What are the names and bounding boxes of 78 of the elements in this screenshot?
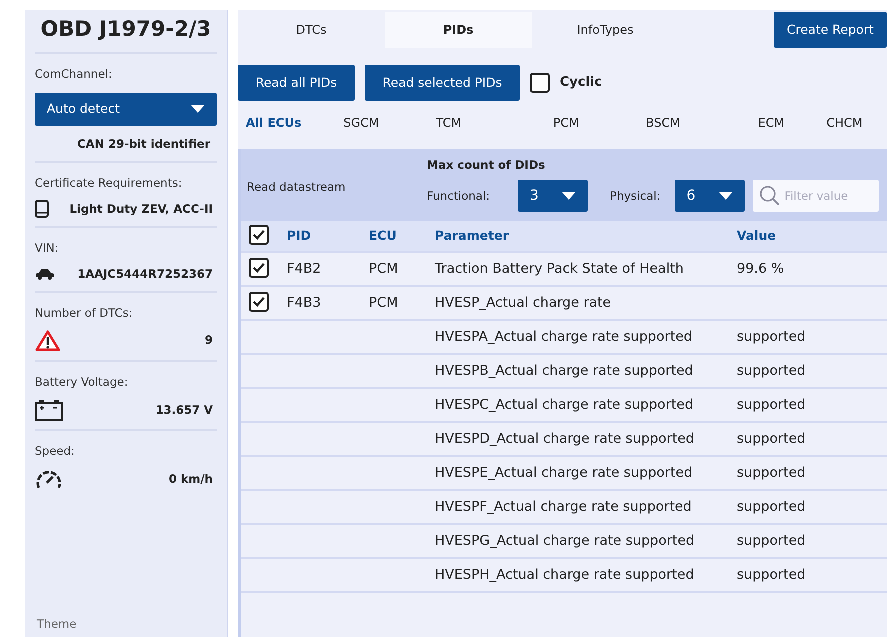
table-cell: HVESP_Actual charge rate: [435, 294, 612, 311]
column-header: Value: [737, 228, 776, 243]
field-value: 13.657 V: [156, 402, 214, 419]
table-cell: HVESPH_Actual charge rate supported: [435, 566, 694, 583]
field-label: VIN:: [35, 240, 60, 258]
section-title: Max count of DIDs: [427, 157, 546, 174]
ecu-tab[interactable]: All ECUs: [246, 114, 302, 132]
field-label: Speed:: [35, 443, 76, 460]
car-icon: [35, 268, 55, 280]
speedometer-icon: [35, 468, 63, 490]
field-label: Battery Voltage:: [35, 374, 130, 391]
field-label: Certificate Requirements:: [35, 175, 184, 192]
filter-field[interactable]: Filter value: [752, 180, 879, 212]
tab[interactable]: DTCs: [238, 12, 385, 48]
field-value: Light Duty ZEV, ACC-II: [70, 200, 214, 218]
table-cell: PCM: [369, 260, 398, 277]
table-cell: 99.6 %: [737, 260, 784, 277]
row-checkbox[interactable]: [249, 258, 269, 278]
column-header: PID: [287, 228, 312, 243]
table-cell: Traction Battery Pack State of Health: [435, 260, 684, 277]
channel-dropdown[interactable]: Auto detect: [35, 92, 217, 126]
row-checkbox[interactable]: [249, 292, 269, 312]
ecu-tab[interactable]: PCM: [553, 114, 580, 132]
table-cell: HVESPA_Actual charge rate supported: [435, 328, 692, 345]
table-cell: HVESPD_Actual charge rate supported: [435, 430, 695, 447]
table-cell: supported: [737, 532, 806, 549]
table-cell: F4B3: [287, 294, 322, 311]
field-label: ComChannel:: [35, 66, 114, 82]
select-all-checkbox[interactable]: [249, 225, 269, 246]
table-cell: HVESPB_Actual charge rate supported: [435, 362, 694, 379]
column-header: ECU: [369, 228, 397, 243]
create-report-button[interactable]: Create Report: [774, 12, 887, 48]
ecu-tab[interactable]: ECM: [758, 114, 785, 132]
ecu-tab[interactable]: BSCM: [646, 114, 680, 132]
read-button[interactable]: Read all PIDs: [238, 65, 355, 101]
table-cell: supported: [737, 566, 806, 583]
table-cell: HVESPE_Actual charge rate supported: [435, 464, 693, 481]
table-cell: supported: [737, 362, 806, 379]
column-header: Parameter: [435, 228, 509, 243]
table-cell: supported: [737, 328, 806, 345]
ecu-tab[interactable]: TCM: [436, 114, 462, 132]
field-label: Physical:: [610, 188, 661, 205]
table-cell: HVESPG_Actual charge rate supported: [435, 532, 695, 549]
section-label: Read datastream: [247, 179, 347, 196]
field-value: 1AAJC5444R7252367: [78, 266, 214, 282]
table-cell: supported: [737, 396, 806, 413]
checkbox-label: Cyclic: [560, 74, 602, 92]
checkmark-icon: [252, 229, 266, 242]
ecu-tab[interactable]: SGCM: [344, 114, 380, 132]
checkmark-icon: [252, 262, 266, 274]
caret-icon: [718, 192, 733, 200]
ecu-tab[interactable]: CHCM: [826, 114, 863, 132]
table-cell: PCM: [369, 294, 398, 311]
table-cell: HVESPF_Actual charge rate supported: [435, 498, 692, 515]
table-cell: F4B2: [287, 260, 322, 277]
theme-label: Theme: [36, 616, 78, 633]
field-label: Functional:: [427, 188, 490, 205]
caret-icon: [562, 192, 576, 200]
tab[interactable]: InfoTypes: [532, 12, 679, 48]
read-button[interactable]: Read selected PIDs: [365, 65, 520, 101]
warning-icon: [35, 330, 61, 352]
caret-icon: [191, 105, 205, 114]
cyclic-checkbox[interactable]: [530, 73, 550, 93]
app-title: OBD J1979-2/3: [35, 10, 217, 54]
table-cell: supported: [737, 464, 806, 481]
count-dropdown[interactable]: 3: [518, 180, 588, 212]
count-dropdown[interactable]: 6: [674, 180, 745, 212]
field-value: 0 km/h: [168, 470, 214, 488]
table-cell: supported: [737, 498, 806, 515]
checkmark-icon: [252, 296, 266, 308]
field-label: Number of DTCs:: [35, 304, 134, 322]
table-cell: supported: [737, 430, 806, 447]
protocol-text: CAN 29-bit identifier: [76, 136, 212, 153]
table-cell: HVESPC_Actual charge rate supported: [435, 396, 694, 413]
document-icon: [35, 200, 49, 218]
tab[interactable]: PIDs: [385, 12, 532, 48]
battery-icon: [35, 399, 63, 422]
field-value: 9: [204, 332, 214, 350]
